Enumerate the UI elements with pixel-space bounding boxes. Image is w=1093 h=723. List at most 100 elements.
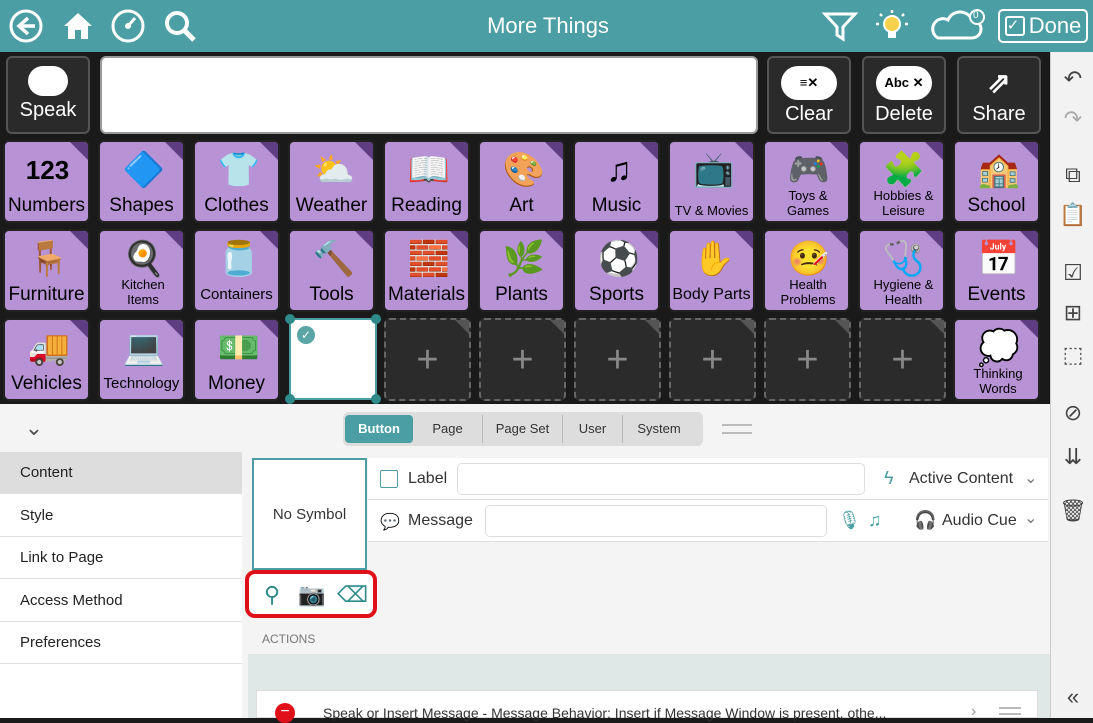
audio-cue-dropdown[interactable]: Audio Cue: [942, 512, 1017, 530]
grid-button-events[interactable]: 📅 Events: [953, 229, 1040, 312]
grid-button-materials[interactable]: 🧱 Materials: [383, 229, 470, 312]
grid-button-music[interactable]: ♫ Music: [573, 140, 660, 223]
multi-select-icon[interactable]: ⊞: [1059, 300, 1087, 326]
nav-preferences[interactable]: Preferences: [0, 622, 242, 664]
nav-content[interactable]: Content: [0, 452, 242, 494]
hide-icon[interactable]: ⊘: [1059, 400, 1087, 426]
grid-button-containers[interactable]: 🫙 Containers: [193, 229, 280, 312]
redo-icon[interactable]: ↷: [1059, 106, 1087, 132]
tab-button[interactable]: Button: [345, 415, 413, 443]
select-icon[interactable]: ☑: [1059, 260, 1087, 286]
grid-button-shapes[interactable]: 🔷 Shapes: [98, 140, 185, 223]
back-icon[interactable]: [8, 8, 44, 53]
done-button[interactable]: ✓ Done: [998, 9, 1088, 43]
sort-icon[interactable]: ⇊: [1059, 444, 1087, 470]
grid-button-label: Art: [509, 195, 534, 216]
grid-button-clothes[interactable]: 👕 Clothes: [193, 140, 280, 223]
grid-button-numbers[interactable]: 123 Numbers: [3, 140, 90, 223]
message-input[interactable]: [485, 505, 827, 537]
actions-header: ACTIONS: [262, 632, 316, 646]
share-button[interactable]: ⇗ Share: [957, 56, 1041, 134]
selected-empty-button[interactable]: ✓: [285, 314, 381, 404]
empty-slot[interactable]: +: [384, 318, 471, 401]
grid-button-plants[interactable]: 🌿 Plants: [478, 229, 565, 312]
chevron-down-icon[interactable]: ⌄: [22, 416, 46, 440]
speak-button[interactable]: Speak: [6, 56, 90, 134]
resize-handle[interactable]: [371, 314, 381, 324]
resize-handle[interactable]: [371, 394, 381, 404]
grid-button-money[interactable]: 💵 Money: [193, 318, 280, 401]
grid-button-kitchen-items[interactable]: 🍳 Kitchen Items: [98, 229, 185, 312]
empty-slot[interactable]: +: [669, 318, 756, 401]
grid-button-vehicles[interactable]: 🚚 Vehicles: [3, 318, 90, 401]
thinking-symbol: 💭: [977, 329, 1021, 367]
grid-button-toys-games[interactable]: 🎮 Toys & Games: [763, 140, 850, 223]
grid-button-furniture[interactable]: 🪑 Furniture: [3, 229, 90, 312]
grid-button-technology[interactable]: 💻 Technology: [98, 318, 185, 401]
message-window[interactable]: [100, 56, 758, 134]
symbol-search-icon[interactable]: ⚲: [257, 582, 287, 608]
grid-button-health-problems[interactable]: 🤒 Health Problems: [763, 229, 850, 312]
audio-file-icon[interactable]: ♫: [868, 510, 882, 531]
lightbulb-icon[interactable]: [874, 8, 910, 53]
label-input[interactable]: [457, 463, 865, 495]
grid-button-label: TV & Movies: [674, 203, 749, 218]
marquee-icon[interactable]: ⬚: [1059, 342, 1087, 368]
grid-button-sports[interactable]: ⚽ Sports: [573, 229, 660, 312]
microphone-icon[interactable]: 🎙: [838, 510, 861, 531]
action-row[interactable]: − Speak or Insert Message - Message Beha…: [256, 690, 1038, 723]
speech-bubble-icon: [28, 66, 68, 96]
grid-button-art[interactable]: 🎨 Art: [478, 140, 565, 223]
hygiene-symbol: 🩺: [882, 240, 926, 278]
grid-button-hygiene-health[interactable]: 🩺 Hygiene & Health: [858, 229, 945, 312]
trash-icon[interactable]: 🗑: [1059, 498, 1087, 524]
eraser-icon[interactable]: ⌫: [337, 582, 368, 608]
backspace-icon-text: Abc: [884, 75, 910, 90]
grid-button-thinking-words[interactable]: 💭 Thinking Words: [953, 318, 1040, 401]
search-icon[interactable]: [162, 8, 198, 53]
symbol-well[interactable]: No Symbol: [252, 458, 367, 570]
dashboard-icon[interactable]: [110, 8, 146, 53]
remove-action-icon[interactable]: −: [275, 703, 295, 723]
chevron-double-down-icon: ⌄: [1024, 510, 1038, 527]
drag-handle-icon[interactable]: [722, 424, 752, 434]
reorder-handle-icon[interactable]: [999, 707, 1021, 715]
nav-link-to-page[interactable]: Link to Page: [0, 537, 242, 579]
delete-button[interactable]: Abc ✕ Delete: [862, 56, 946, 134]
active-content-dropdown[interactable]: Active Content: [909, 470, 1013, 488]
copy-icon[interactable]: ⧉: [1059, 162, 1087, 188]
tab-page[interactable]: Page: [413, 415, 483, 443]
home-icon[interactable]: [60, 8, 96, 53]
tab-user[interactable]: User: [563, 415, 623, 443]
backspace-icon: Abc ✕: [876, 66, 932, 100]
tab-page-set[interactable]: Page Set: [483, 415, 563, 443]
grid-button-body-parts[interactable]: ✋ Body Parts: [668, 229, 755, 312]
money-symbol: 💵: [217, 329, 261, 367]
lightning-icon: ϟ: [884, 468, 894, 488]
empty-slot[interactable]: +: [574, 318, 661, 401]
nav-access-method[interactable]: Access Method: [0, 580, 242, 622]
camera-icon[interactable]: 📷: [297, 582, 327, 608]
empty-slot[interactable]: +: [764, 318, 851, 401]
sync-badge: 0: [973, 10, 979, 21]
grid-button-reading[interactable]: 📖 Reading: [383, 140, 470, 223]
nav-style[interactable]: Style: [0, 495, 242, 537]
filter-icon[interactable]: [821, 8, 859, 53]
resize-handle[interactable]: [285, 394, 295, 404]
scope-segmented-control: Button Page Page Set User System: [343, 412, 703, 446]
grid-button-hobbies-leisure[interactable]: 🧩 Hobbies & Leisure: [858, 140, 945, 223]
paste-icon[interactable]: 📋: [1059, 202, 1087, 228]
grid-button-label: Thinking Words: [973, 366, 1023, 396]
undo-icon[interactable]: ↶: [1059, 66, 1087, 92]
empty-slot[interactable]: +: [479, 318, 566, 401]
empty-slot[interactable]: +: [859, 318, 946, 401]
grid-button-tools[interactable]: 🔨 Tools: [288, 229, 375, 312]
collapse-icon[interactable]: «: [1059, 684, 1087, 710]
clear-button[interactable]: ≡✕ Clear: [767, 56, 851, 134]
resize-handle[interactable]: [285, 314, 295, 324]
sync-icon[interactable]: 0: [928, 8, 988, 53]
grid-button-school[interactable]: 🏫 School: [953, 140, 1040, 223]
grid-button-tv-movies[interactable]: 📺 TV & Movies: [668, 140, 755, 223]
tab-system[interactable]: System: [623, 415, 695, 443]
grid-button-weather[interactable]: ⛅ Weather: [288, 140, 375, 223]
